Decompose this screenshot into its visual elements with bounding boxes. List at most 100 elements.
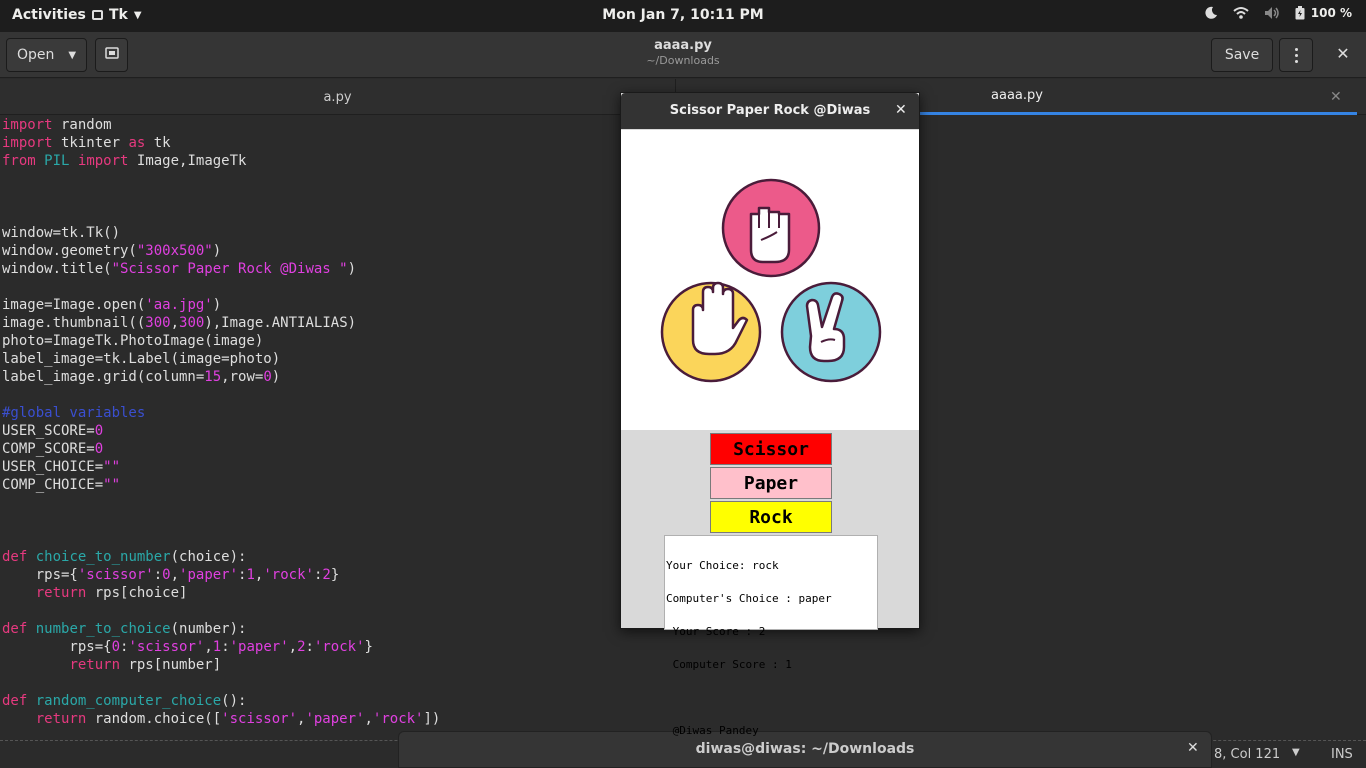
code-token: photo=ImageTk.PhotoImage(image) (2, 333, 264, 349)
scissor-button[interactable]: Scissor (710, 433, 832, 465)
code-line[interactable]: COMP_SCORE=0 (2, 440, 440, 458)
app-menu[interactable]: Tk ▼ (92, 7, 142, 23)
code-line[interactable] (2, 170, 440, 188)
tk-window-title: Scissor Paper Rock @Diwas (669, 103, 871, 118)
code-token: ,row= (221, 369, 264, 385)
code-token: USER_CHOICE= (2, 459, 104, 475)
code-line[interactable] (2, 386, 440, 404)
code-token: random (52, 117, 112, 133)
terminal-close-icon[interactable]: ✕ (1187, 740, 1199, 756)
hamburger-menu-button[interactable] (1279, 38, 1313, 72)
paper-button[interactable]: Paper (710, 467, 832, 499)
code-line[interactable]: import random (2, 116, 440, 134)
code-token: : (305, 639, 314, 655)
code-line[interactable]: image=Image.open('aa.jpg') (2, 296, 440, 314)
code-line[interactable]: window.geometry("300x500") (2, 242, 440, 260)
code-token: ) (271, 369, 281, 385)
code-token: 0 (162, 567, 171, 583)
activities-button[interactable]: Activities (12, 7, 86, 23)
code-line[interactable] (2, 602, 440, 620)
code-line[interactable]: return rps[number] (2, 656, 440, 674)
rock-button[interactable]: Rock (710, 501, 832, 533)
code-token: 0 (94, 423, 104, 439)
code-token: return (35, 585, 87, 601)
tab-a-py[interactable]: a.py (0, 79, 676, 115)
code-line[interactable]: return rps[choice] (2, 584, 440, 602)
code-line[interactable]: def number_to_choice(number): (2, 620, 440, 638)
new-document-icon (104, 46, 119, 64)
code-line[interactable]: window=tk.Tk() (2, 224, 440, 242)
code-token: tk (145, 135, 171, 151)
code-line[interactable]: #global variables (2, 404, 440, 422)
code-line[interactable]: USER_CHOICE="" (2, 458, 440, 476)
code-line[interactable]: rps={0:'scissor',1:'paper',2:'rock'} (2, 638, 440, 656)
code-token: PIL (44, 153, 70, 169)
cursor-position[interactable]: 8, Col 121 (1214, 747, 1280, 762)
code-token: , (204, 639, 213, 655)
code-token: return (69, 657, 121, 673)
save-button[interactable]: Save (1211, 38, 1273, 72)
chevron-down-icon[interactable]: ▼ (1292, 747, 1300, 758)
code-line[interactable]: return random.choice(['scissor','paper',… (2, 710, 441, 728)
code-token: 300 (145, 315, 171, 331)
window-close-icon[interactable]: ✕ (1326, 44, 1360, 66)
code-line[interactable]: photo=ImageTk.PhotoImage(image) (2, 332, 440, 350)
tk-window-titlebar[interactable]: Scissor Paper Rock @Diwas ✕ (621, 93, 919, 129)
code-token: , (364, 711, 373, 727)
code-token: #global variables (2, 405, 146, 421)
code-line[interactable]: label_image.grid(column=15,row=0) (2, 368, 440, 386)
code-line[interactable]: image.thumbnail((300,300),Image.ANTIALIA… (2, 314, 440, 332)
new-document-button[interactable] (95, 38, 128, 72)
chevron-down-icon: ▼ (133, 9, 142, 21)
code-token: ) (212, 243, 222, 259)
open-button[interactable]: Open ▼ (6, 38, 87, 72)
window-title-block: aaaa.py ~/Downloads (550, 38, 816, 67)
code-token: image.thumbnail(( (2, 315, 146, 331)
result-text-box[interactable]: Your Choice: rock Computer's Choice : pa… (664, 535, 878, 736)
scissors-hand-icon (780, 281, 882, 383)
system-status-area[interactable]: 100 % (1204, 6, 1352, 20)
code-line[interactable] (2, 674, 440, 692)
result-line (666, 692, 876, 703)
code-token: 2 (322, 567, 331, 583)
code-line[interactable]: def random_computer_choice(): (2, 692, 440, 710)
code-line[interactable] (2, 512, 440, 530)
code-line[interactable]: rps={'scissor':0,'paper':1,'rock':2} (2, 566, 440, 584)
code-token: random.choice([ (86, 711, 222, 727)
code-token: 2 (297, 639, 306, 655)
code-token: rps[choice] (86, 585, 188, 601)
code-line[interactable] (2, 188, 440, 206)
code-line[interactable]: import tkinter as tk (2, 134, 440, 152)
code-line[interactable]: from PIL import Image,ImageTk (2, 152, 440, 170)
code-token: 'aa.jpg' (145, 297, 213, 313)
code-token: "" (103, 477, 121, 493)
code-line[interactable] (2, 278, 440, 296)
code-line[interactable]: COMP_CHOICE="" (2, 476, 440, 494)
code-token: 'scissor' (128, 639, 205, 655)
code-line[interactable]: window.title("Scissor Paper Rock @Diwas … (2, 260, 440, 278)
code-line[interactable]: USER_SCORE=0 (2, 422, 440, 440)
code-token: 1 (246, 567, 255, 583)
code-token: (choice): (170, 549, 247, 565)
tk-close-icon[interactable]: ✕ (895, 102, 907, 118)
tab-close-icon[interactable]: ✕ (1330, 89, 1342, 105)
code-token: return (35, 711, 87, 727)
code-line[interactable]: def choice_to_number(choice): (2, 548, 440, 566)
code-token: ),Image.ANTIALIAS) (204, 315, 357, 331)
code-line[interactable] (2, 530, 440, 548)
code-token: rps[number] (120, 657, 222, 673)
code-line[interactable] (2, 206, 440, 224)
clock[interactable]: Mon Jan 7, 10:11 PM (602, 7, 763, 23)
insert-mode-indicator[interactable]: INS (1331, 747, 1353, 762)
code-line[interactable]: label_image=tk.Label(image=photo) (2, 350, 440, 368)
code-line[interactable] (2, 494, 440, 512)
code-text[interactable]: import random import tkinter as tk from PI… (2, 116, 440, 728)
code-token: ) (212, 297, 222, 313)
document-path: ~/Downloads (646, 54, 720, 67)
code-token: } (364, 639, 373, 655)
